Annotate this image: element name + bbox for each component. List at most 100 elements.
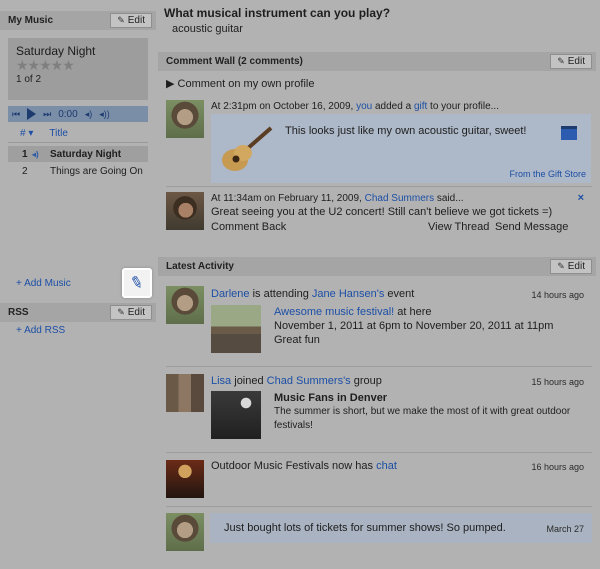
add-rss-link[interactable]: + Add RSS: [0, 325, 65, 336]
now-playing-title: Saturday Night: [16, 44, 96, 58]
event-thumbnail[interactable]: [211, 305, 261, 353]
song-position: 1 of 2: [16, 74, 42, 85]
track-number: 1: [22, 148, 28, 160]
edit-label: Edit: [127, 307, 145, 318]
latest-activity-title: Latest Activity: [166, 261, 234, 272]
actor-link[interactable]: Darlene: [211, 288, 250, 300]
avatar[interactable]: [166, 100, 204, 138]
activity-time: 15 hours ago: [531, 377, 584, 387]
my-music-edit-button[interactable]: ✎ Edit: [110, 13, 152, 28]
activity-headline: Outdoor Music Festivals now has chat: [211, 460, 397, 472]
divider: [166, 186, 592, 187]
event-dates: November 1, 2011 at 6pm to November 20, …: [274, 320, 554, 332]
comment-wall-title: Comment Wall (2 comments): [166, 56, 303, 67]
group-avatar[interactable]: [166, 460, 204, 498]
rating-stars[interactable]: ★★★★★: [16, 58, 140, 72]
event-link[interactable]: Awesome music festival!: [274, 306, 394, 318]
close-icon[interactable]: ×: [578, 192, 584, 204]
player-controls: ⏮ ⏭ 0:00 ◂) ◂)): [8, 106, 148, 122]
group-description-cont: festivals!: [274, 420, 313, 431]
event-title: Awesome music festival! at here: [274, 306, 432, 318]
view-thread-link[interactable]: View Thread: [428, 221, 489, 233]
edit-label: Edit: [567, 56, 585, 67]
volume-down-icon[interactable]: ◂): [85, 109, 93, 120]
event-description: Great fun: [274, 334, 320, 346]
latest-activity-edit-button[interactable]: ✎ Edit: [550, 259, 592, 274]
gift-link[interactable]: gift: [414, 101, 427, 112]
comment-back-link[interactable]: Comment Back: [211, 221, 286, 233]
divider: [166, 366, 592, 367]
track-row[interactable]: 1 ◂) Saturday Night: [8, 146, 148, 162]
you-link[interactable]: you: [356, 101, 372, 112]
gift-icon[interactable]: [561, 126, 577, 140]
edit-layout-pencil-button[interactable]: ✎: [122, 268, 152, 298]
playback-time: 0:00: [58, 108, 78, 120]
main-content: What musical instrument can you play? ac…: [158, 0, 600, 569]
avatar[interactable]: [166, 513, 204, 551]
latest-activity-header: Latest Activity ✎ Edit: [158, 257, 596, 276]
add-music-link[interactable]: + Add Music: [0, 278, 71, 289]
my-music-header: My Music ✎ Edit: [0, 11, 156, 30]
group-link[interactable]: Music Fans in Denver: [274, 392, 387, 404]
rss-title: RSS: [8, 307, 29, 318]
divider: [166, 452, 592, 453]
rss-edit-button[interactable]: ✎ Edit: [110, 305, 152, 320]
group-thumbnail[interactable]: [211, 391, 261, 439]
divider: [8, 142, 148, 143]
avatar[interactable]: [166, 286, 204, 324]
column-title[interactable]: Title: [49, 128, 68, 139]
track-list-header: # ▾ Title: [0, 122, 156, 139]
edit-label: Edit: [567, 261, 585, 272]
pencil-icon: ✎: [117, 307, 125, 317]
avatar[interactable]: [166, 374, 204, 412]
post-meta: At 2:31pm on October 16, 2009, you added…: [211, 101, 499, 112]
play-icon[interactable]: [27, 108, 37, 120]
comment-text: Great seeing you at the U2 concert! Stil…: [211, 206, 553, 218]
guitar-image: [222, 126, 273, 171]
comment-wall-edit-button[interactable]: ✎ Edit: [550, 54, 592, 69]
profile-answer: acoustic guitar: [172, 23, 243, 35]
triangle-right-icon: ▶: [166, 78, 175, 90]
column-number[interactable]: # ▾: [20, 128, 33, 139]
my-music-title: My Music: [8, 15, 54, 26]
track-row[interactable]: 2 Things are Going On: [0, 163, 156, 179]
sidebar: My Music ✎ Edit Saturday Night ★★★★★ 1 o…: [0, 0, 156, 569]
gift-card: This looks just like my own acoustic gui…: [211, 114, 591, 183]
pencil-icon: ✎: [557, 261, 565, 271]
track-title: Saturday Night: [50, 148, 122, 160]
pencil-icon: ✎: [128, 273, 146, 294]
speaker-icon: ◂): [32, 149, 39, 159]
previous-icon[interactable]: ⏮: [12, 109, 20, 120]
target-link[interactable]: Chad Summers's: [267, 375, 351, 387]
pencil-icon: ✎: [557, 56, 565, 66]
activity-time: 16 hours ago: [531, 462, 584, 472]
track-title: Things are Going On: [50, 165, 143, 177]
group-description: The summer is short, but we make the mos…: [274, 406, 571, 417]
gift-store-link[interactable]: From the Gift Store: [509, 169, 586, 179]
profile-question: What musical instrument can you play?: [164, 6, 391, 20]
send-message-link[interactable]: Send Message: [495, 221, 568, 233]
activity-headline: Lisa joined Chad Summers's group: [211, 375, 382, 387]
author-link[interactable]: Chad Summers: [365, 193, 434, 204]
pencil-icon: ✎: [117, 15, 125, 25]
post-meta: At 11:34am on February 11, 2009, Chad Su…: [211, 193, 464, 204]
edit-label: Edit: [127, 15, 145, 26]
status-update: Just bought lots of tickets for summer s…: [210, 513, 592, 543]
gift-message: This looks just like my own acoustic gui…: [285, 125, 527, 137]
activity-time: March 27: [546, 524, 584, 534]
divider: [166, 506, 592, 507]
activity-headline: Darlene is attending Jane Hansen's event: [211, 288, 415, 300]
volume-up-icon[interactable]: ◂)): [99, 109, 110, 120]
rss-header: RSS ✎ Edit: [0, 303, 156, 322]
status-text: Just bought lots of tickets for summer s…: [224, 522, 506, 534]
next-icon[interactable]: ⏭: [43, 109, 51, 120]
comment-wall-header: Comment Wall (2 comments) ✎ Edit: [158, 52, 596, 71]
now-playing-box: Saturday Night ★★★★★ 1 of 2: [8, 38, 148, 100]
track-number: 2: [22, 165, 28, 177]
avatar[interactable]: [166, 192, 204, 230]
actor-link[interactable]: Lisa: [211, 375, 231, 387]
chat-link[interactable]: chat: [376, 460, 397, 472]
activity-time: 14 hours ago: [531, 290, 584, 300]
comment-on-profile-toggle[interactable]: ▶ Comment on my own profile: [166, 77, 314, 90]
target-link[interactable]: Jane Hansen's: [312, 288, 384, 300]
